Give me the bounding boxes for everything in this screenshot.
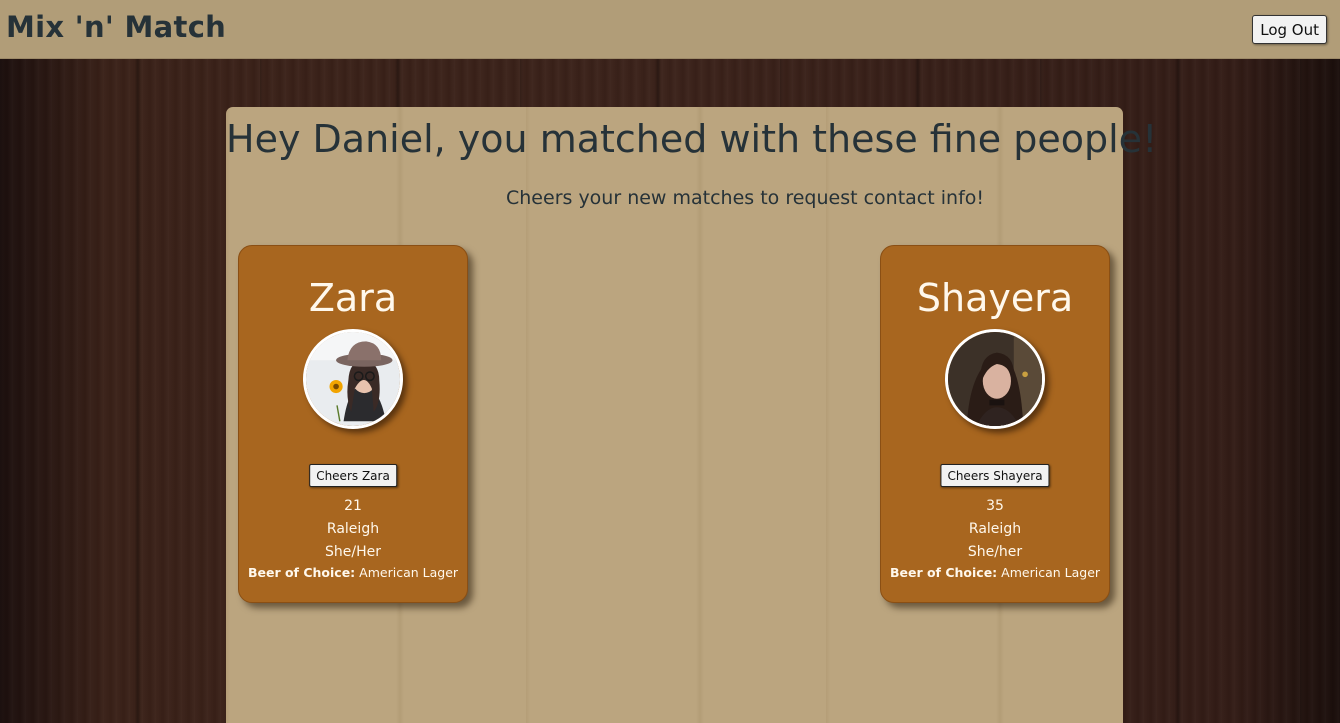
beer-label: Beer of Choice: [247, 565, 356, 580]
match-beer: Beer of Choice: American Lager [239, 565, 467, 580]
match-name: Shayera [916, 276, 1074, 320]
match-beer: Beer of Choice: American Lager [881, 565, 1109, 580]
avatar-photo [945, 329, 1045, 429]
match-pronouns: She/her [967, 544, 1023, 560]
match-pronouns: She/Her [325, 544, 381, 560]
navbar: Mix 'n' Match Log Out [0, 0, 1340, 59]
beer-label: Beer of Choice: [889, 565, 998, 580]
match-age: 21 [344, 498, 362, 514]
page-subheading: Cheers your new matches to request conta… [506, 187, 984, 209]
match-name: Zara [308, 276, 398, 320]
avatar-image [306, 332, 400, 426]
avatar-photo [303, 329, 403, 429]
matches-panel: Hey Daniel, you matched with these fine … [226, 107, 1158, 723]
match-card-shayera: Shayera Cheers Shayera 35 Raleigh She/he… [880, 245, 1110, 603]
match-city: Raleigh [968, 521, 1022, 537]
brand-title[interactable]: Mix 'n' Match [6, 10, 226, 44]
match-card-zara: Zara Cheers Zara 21 Raleigh She/Her Beer… [238, 245, 468, 603]
beer-value: American Lager [1001, 565, 1101, 580]
match-age: 35 [986, 498, 1004, 514]
avatar-image [948, 332, 1042, 426]
match-city: Raleigh [326, 521, 380, 537]
cheers-button[interactable]: Cheers Zara [309, 464, 397, 487]
page-heading: Hey Daniel, you matched with these fine … [226, 117, 1158, 161]
beer-value: American Lager [359, 565, 459, 580]
cheers-button[interactable]: Cheers Shayera [940, 464, 1050, 487]
logout-button[interactable]: Log Out [1252, 15, 1327, 44]
